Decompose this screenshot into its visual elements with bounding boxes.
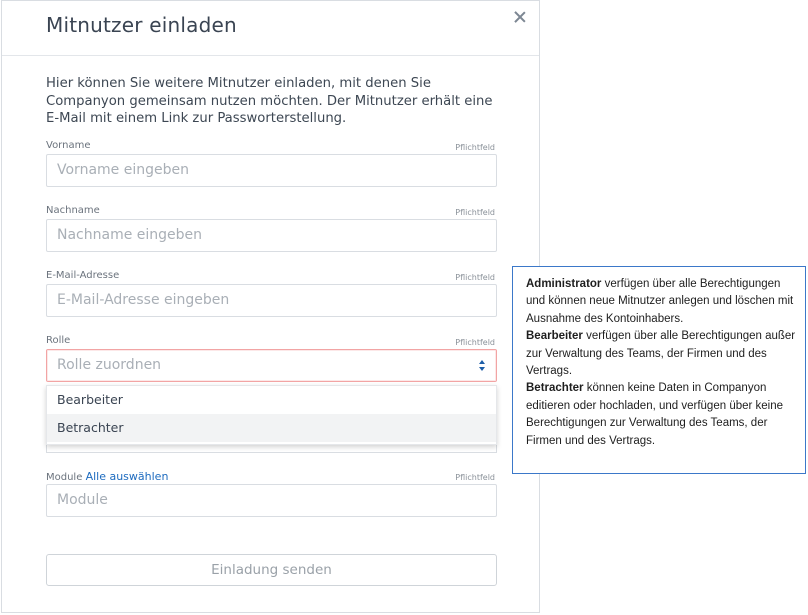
- email-required: Pflichtfeld: [455, 273, 495, 282]
- select-all-link[interactable]: Alle auswählen: [86, 470, 169, 483]
- vorname-input[interactable]: Vorname eingeben: [46, 154, 497, 187]
- rolle-select[interactable]: Rolle zuordnen: [46, 349, 497, 382]
- dialog-title: Mitnutzer einladen: [46, 13, 237, 37]
- module-input[interactable]: Module: [46, 484, 497, 517]
- rolle-placeholder: Rolle zuordnen: [57, 357, 162, 373]
- role-info-tooltip: Administrator verfügen über alle Berecht…: [512, 266, 806, 474]
- invite-dialog: Mitnutzer einladen Hier können Sie weite…: [1, 0, 540, 613]
- close-icon[interactable]: [512, 9, 528, 25]
- rolle-label: Rolle: [46, 335, 71, 346]
- option-betrachter[interactable]: Betrachter: [47, 414, 496, 442]
- rolle-required: Pflichtfeld: [455, 338, 495, 347]
- email-input[interactable]: E-Mail-Adresse eingeben: [46, 284, 497, 317]
- email-label: E-Mail-Adresse: [46, 270, 120, 281]
- module-label: Module Alle auswählen: [46, 470, 168, 483]
- module-label-text: Module: [46, 472, 83, 483]
- vorname-required: Pflichtfeld: [455, 143, 495, 152]
- vorname-label: Vorname: [46, 140, 91, 151]
- admin-term: Administrator: [526, 278, 602, 290]
- option-bearbeiter[interactable]: Bearbeiter: [47, 386, 496, 414]
- nachname-input[interactable]: Nachname eingeben: [46, 219, 497, 252]
- editor-term: Bearbeiter: [526, 330, 583, 343]
- nachname-required: Pflichtfeld: [455, 208, 495, 217]
- nachname-label: Nachname: [46, 205, 100, 216]
- rolle-dropdown: Bearbeiter Betrachter: [46, 385, 497, 445]
- send-invitation-button[interactable]: Einladung senden: [46, 554, 497, 586]
- intro-text: Hier können Sie weitere Mitnutzer einlad…: [46, 76, 493, 126]
- module-required: Pflichtfeld: [455, 473, 495, 482]
- select-arrows-icon: [478, 359, 486, 372]
- dialog-header: Mitnutzer einladen: [2, 1, 539, 56]
- viewer-term: Betrachter: [526, 382, 584, 395]
